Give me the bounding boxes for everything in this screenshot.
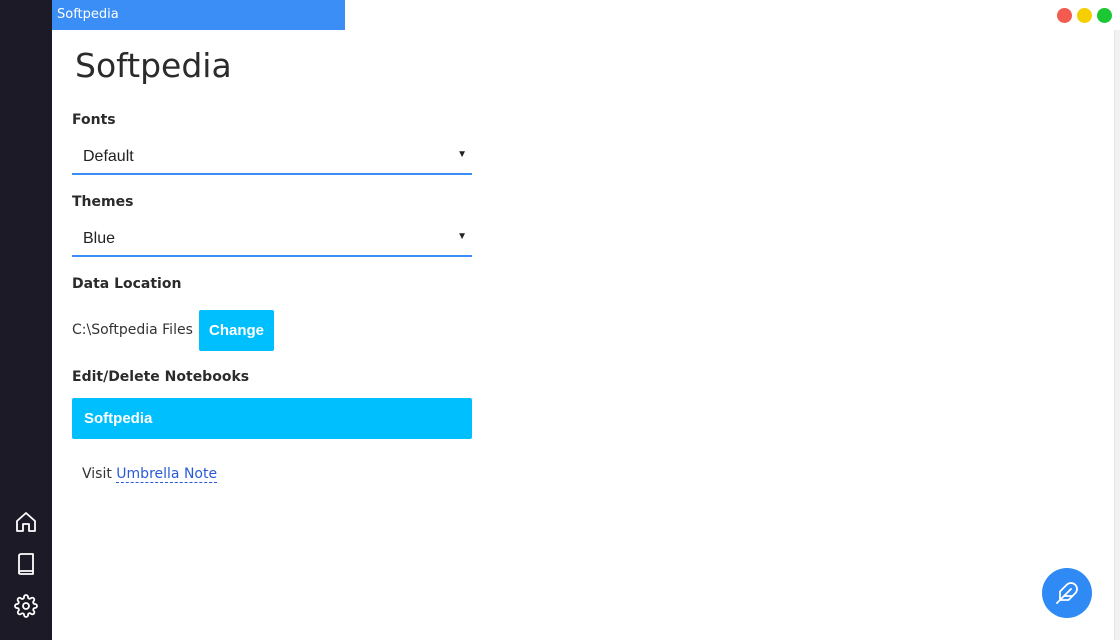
tab-title: Softpedia xyxy=(57,7,119,22)
fonts-label: Fonts xyxy=(72,112,116,128)
maximize-button[interactable] xyxy=(1097,8,1112,23)
home-button[interactable] xyxy=(13,509,39,535)
close-button[interactable] xyxy=(1057,8,1072,23)
sidebar xyxy=(0,0,52,640)
themes-label: Themes xyxy=(72,194,134,210)
umbrella-note-link[interactable]: Umbrella Note xyxy=(116,466,218,483)
notebook-name: Softpedia xyxy=(84,410,153,427)
minimize-button[interactable] xyxy=(1077,8,1092,23)
fonts-selected-value: Default xyxy=(83,148,134,165)
change-location-button[interactable]: Change xyxy=(199,310,274,351)
notebooks-label: Edit/Delete Notebooks xyxy=(72,369,250,385)
notebooks-button[interactable] xyxy=(13,551,39,577)
new-note-button[interactable] xyxy=(1042,568,1092,618)
visit-line: Visit Umbrella Note xyxy=(82,466,218,483)
feather-icon xyxy=(1056,582,1078,604)
notebook-item[interactable]: Softpedia xyxy=(72,398,472,439)
window-controls xyxy=(1057,8,1112,23)
themes-select[interactable]: Blue ▼ xyxy=(72,221,472,257)
home-icon xyxy=(16,512,36,532)
dropdown-arrow-icon: ▼ xyxy=(457,149,467,160)
themes-selected-value: Blue xyxy=(83,230,116,247)
settings-button[interactable] xyxy=(13,593,39,619)
gear-icon xyxy=(14,594,38,618)
fonts-select[interactable]: Default ▼ xyxy=(72,139,472,175)
data-location-path: C:\Softpedia Files xyxy=(72,322,193,338)
page-title: Softpedia xyxy=(75,46,232,85)
dropdown-arrow-icon: ▼ xyxy=(457,231,467,242)
notebook-tab[interactable]: Softpedia xyxy=(52,0,345,30)
visit-prefix: Visit xyxy=(82,466,112,482)
data-location-label: Data Location xyxy=(72,276,182,292)
scrollbar[interactable] xyxy=(1114,30,1120,640)
book-icon xyxy=(18,553,34,575)
